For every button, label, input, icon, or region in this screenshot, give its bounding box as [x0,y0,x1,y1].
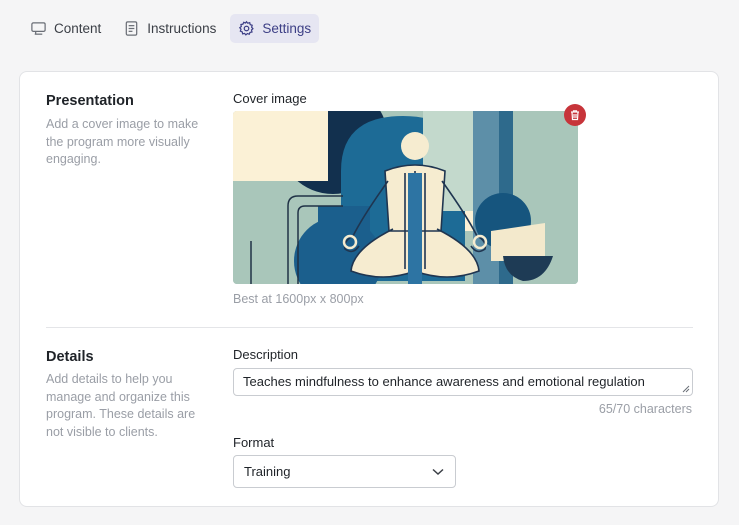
format-label: Format [233,435,275,450]
resize-handle-icon[interactable] [682,385,690,393]
delete-cover-button[interactable] [564,104,586,126]
description-label: Description [233,347,299,362]
presentation-title: Presentation [46,93,134,109]
description-input[interactable]: Teaches mindfulness to enhance awareness… [233,368,693,396]
tab-settings[interactable]: Settings [230,14,320,43]
trash-icon [571,110,579,121]
format-selected-value: Training [244,464,291,479]
tab-content-label: Content [54,21,102,36]
presentation-description: Add a cover image to make the program mo… [46,117,199,166]
details-description: Add details to help you manage and organ… [46,372,196,439]
format-select[interactable]: Training [233,455,456,488]
cover-image-hint: Best at 1600px x 800px [233,292,364,306]
cover-image[interactable] [233,111,578,284]
character-count: 65/70 characters [598,402,692,416]
section-divider [46,327,693,328]
tab-settings-label: Settings [262,21,312,36]
tab-content[interactable]: Content [22,14,109,43]
tab-bar: Content Instructions Settings [22,14,320,43]
meditation-illustration [233,111,578,284]
monitor-icon [31,22,46,35]
tab-instructions-label: Instructions [147,21,217,36]
document-icon [125,21,138,36]
tab-instructions[interactable]: Instructions [115,14,224,43]
details-title: Details [46,349,94,365]
settings-card: Presentation Add a cover image to make t… [19,71,719,507]
gear-icon [239,20,255,36]
cover-image-label: Cover image [233,91,307,106]
chevron-down-icon [432,468,444,475]
